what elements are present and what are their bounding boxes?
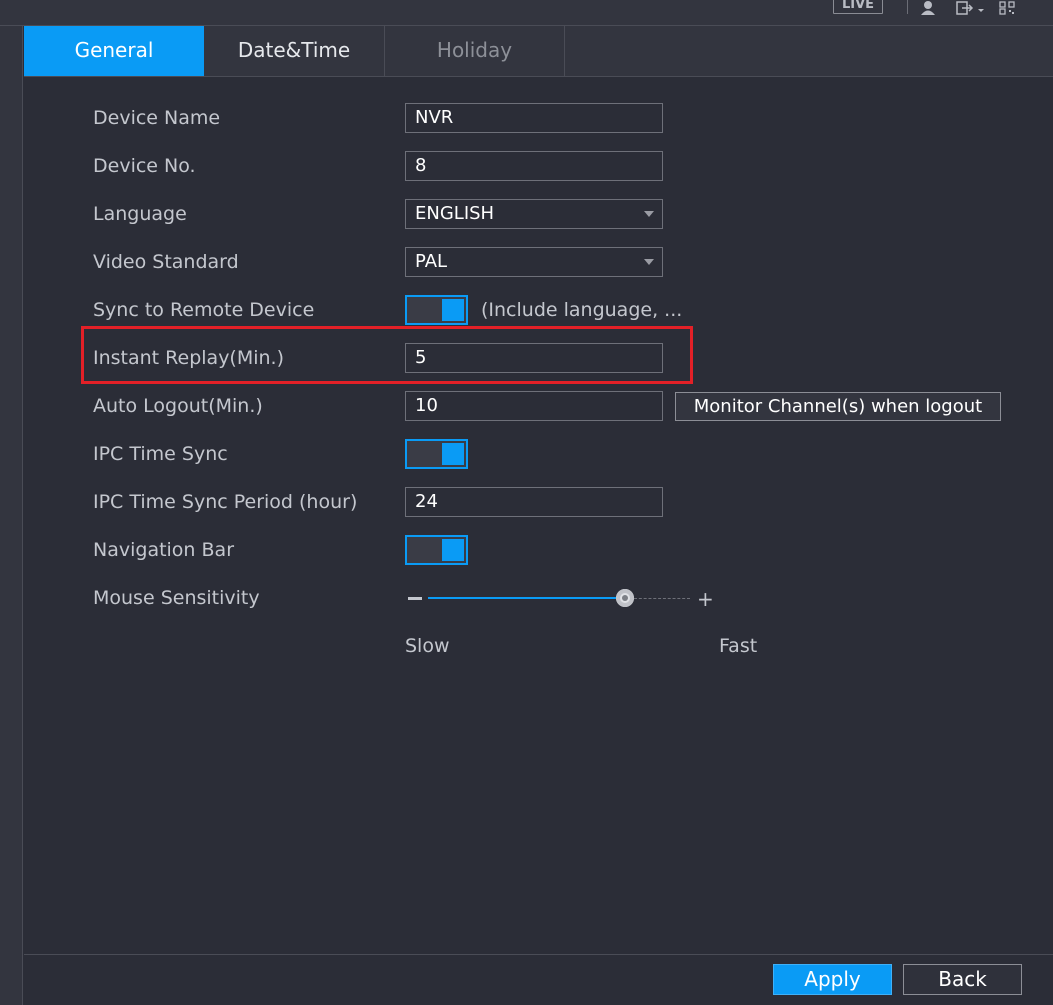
toggle-knob: [442, 299, 464, 321]
video-standard-select[interactable]: PAL: [405, 247, 663, 277]
toggle-knob: [442, 443, 464, 465]
chevron-down-icon: [644, 211, 654, 217]
back-button[interactable]: Back: [903, 964, 1022, 995]
navigation-bar-toggle[interactable]: [405, 535, 468, 565]
ipc-sync-period-label: IPC Time Sync Period (hour): [93, 491, 358, 513]
device-no-input[interactable]: 8: [405, 151, 663, 181]
apply-button[interactable]: Apply: [773, 964, 892, 995]
user-icon[interactable]: [920, 0, 936, 19]
video-standard-value: PAL: [415, 251, 448, 272]
footer-divider: [24, 954, 1053, 955]
monitor-channels-button[interactable]: Monitor Channel(s) when logout: [675, 392, 1001, 421]
auto-logout-input[interactable]: 10: [405, 391, 663, 421]
fast-label: Fast: [719, 635, 758, 657]
slider-thumb[interactable]: [616, 589, 634, 607]
highlight-box: [81, 326, 693, 384]
plus-icon[interactable]: +: [697, 589, 714, 609]
language-select[interactable]: ENGLISH: [405, 199, 663, 229]
left-sidebar: [0, 26, 23, 1005]
minus-icon[interactable]: [408, 597, 422, 600]
tab-general[interactable]: General: [24, 26, 204, 76]
auto-logout-label: Auto Logout(Min.): [93, 395, 263, 417]
live-button[interactable]: LIVE: [833, 0, 883, 14]
language-value: ENGLISH: [415, 203, 495, 224]
tab-holiday[interactable]: Holiday: [385, 26, 565, 76]
sync-remote-toggle[interactable]: [405, 295, 468, 325]
ipc-time-sync-toggle[interactable]: [405, 439, 468, 469]
qr-code-icon[interactable]: [999, 0, 1015, 19]
ipc-time-sync-label: IPC Time Sync: [93, 443, 228, 465]
device-name-input[interactable]: NVR: [405, 103, 663, 133]
toggle-knob: [442, 539, 464, 561]
ipc-sync-period-input[interactable]: 24: [405, 487, 663, 517]
slider-track-empty[interactable]: [634, 598, 690, 599]
mouse-sensitivity-label: Mouse Sensitivity: [93, 587, 260, 609]
chevron-down-icon: [644, 259, 654, 265]
video-standard-label: Video Standard: [93, 251, 239, 273]
slider-track-filled[interactable]: [428, 597, 621, 599]
language-label: Language: [93, 203, 187, 225]
device-name-label: Device Name: [93, 107, 221, 129]
settings-window: LIVE General Date&Time Holiday Device Na…: [0, 0, 1053, 1005]
toolbar-divider: [907, 0, 908, 14]
top-toolbar: LIVE: [0, 0, 1053, 26]
sync-remote-label: Sync to Remote Device: [93, 299, 315, 321]
logout-icon[interactable]: [956, 0, 986, 19]
navigation-bar-label: Navigation Bar: [93, 539, 235, 561]
slow-label: Slow: [405, 635, 450, 657]
device-no-label: Device No.: [93, 155, 196, 177]
sync-remote-note: (Include language, ...: [481, 299, 683, 321]
settings-tabs: General Date&Time Holiday: [24, 26, 1053, 77]
tab-date-time[interactable]: Date&Time: [204, 26, 385, 76]
